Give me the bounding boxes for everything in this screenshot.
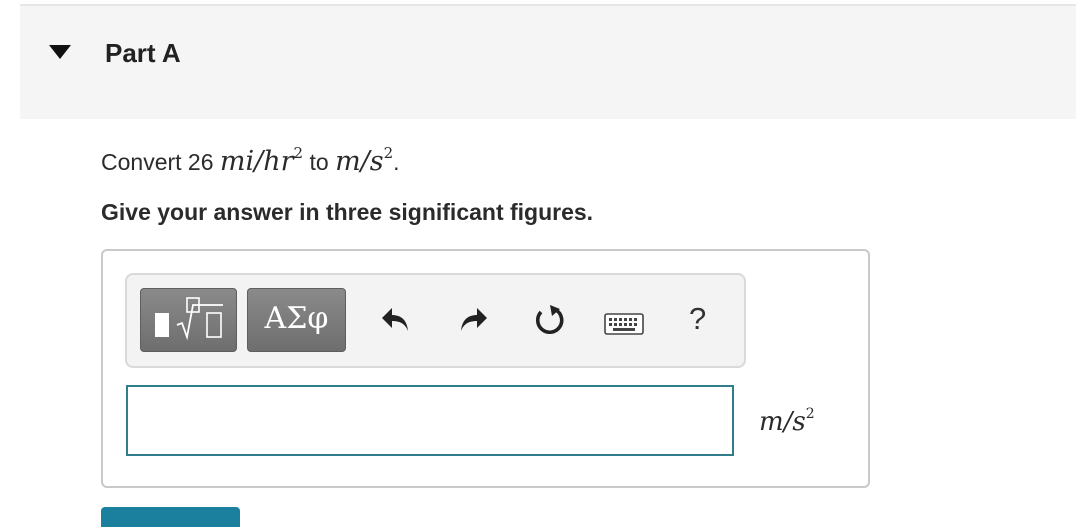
to-unit: m/s2 — [335, 144, 394, 177]
symbols-button[interactable]: ΑΣφ — [247, 288, 346, 352]
part-title: Part A — [105, 38, 181, 68]
help-button[interactable]: ? — [689, 301, 706, 337]
answer-unit-exponent: 2 — [805, 406, 815, 422]
instruction-text: Give your answer in three significant fi… — [101, 199, 594, 225]
question-middle: to — [309, 149, 329, 175]
part-header[interactable]: Part A — [20, 6, 1076, 119]
redo-icon[interactable] — [457, 305, 489, 335]
collapse-triangle-icon[interactable] — [49, 45, 71, 59]
templates-button[interactable] — [140, 288, 237, 352]
answer-input[interactable] — [126, 385, 734, 456]
keyboard-icon[interactable] — [604, 313, 644, 335]
question-text: Convert 26 mi/hr2 to m/s2. — [101, 144, 400, 177]
undo-icon[interactable] — [380, 305, 412, 335]
math-toolbar: ΑΣφ ? — [125, 273, 746, 368]
answer-unit: m/s2 — [759, 406, 815, 437]
templates-icon — [155, 297, 223, 341]
submit-button[interactable] — [101, 507, 240, 527]
answer-panel: ΑΣφ ? m/s2 — [101, 249, 870, 488]
to-unit-base: m/s — [335, 146, 384, 177]
from-unit-base: mi/hr — [219, 146, 294, 177]
to-unit-exponent: 2 — [383, 144, 394, 162]
answer-unit-base: m/s — [759, 407, 806, 437]
from-unit: mi/hr2 — [219, 144, 304, 177]
question-prefix: Convert 26 — [101, 149, 214, 175]
reset-icon[interactable] — [532, 303, 566, 337]
question-suffix: . — [393, 149, 400, 175]
from-unit-exponent: 2 — [293, 144, 304, 162]
